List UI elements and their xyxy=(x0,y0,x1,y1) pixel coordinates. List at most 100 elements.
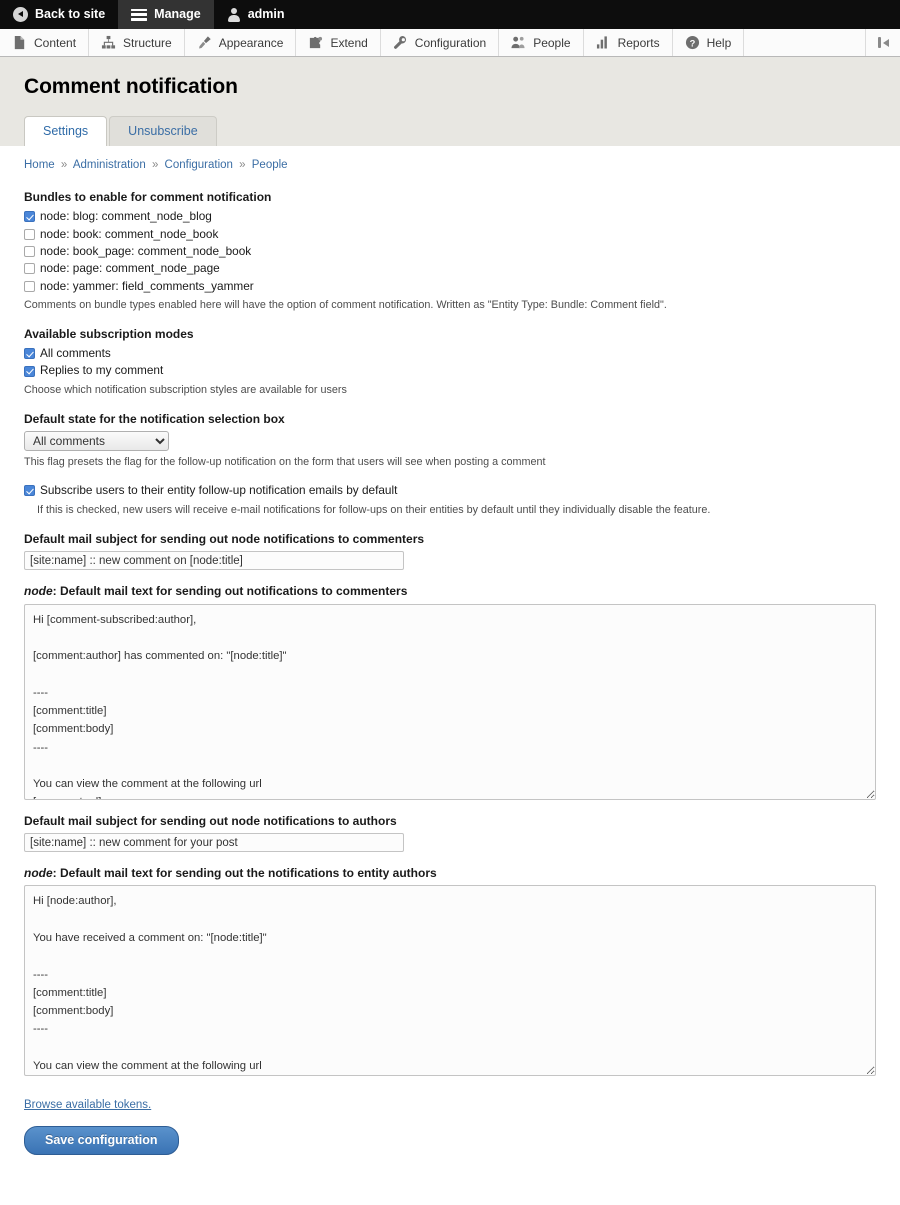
bundle-yammer-label: node: yammer: field_comments_yammer xyxy=(40,278,254,293)
collapse-toolbar-button[interactable] xyxy=(866,29,900,56)
svg-text:?: ? xyxy=(689,38,695,48)
subscription-modes-description: Choose which notification subscription s… xyxy=(24,383,347,396)
menu-item-reports[interactable]: Reports xyxy=(584,29,673,56)
default-state-select[interactable]: All comments Replies to my comment No no… xyxy=(24,431,169,452)
bottom-spacer xyxy=(24,1155,876,1205)
checkbox-mode-replies[interactable] xyxy=(24,365,35,377)
default-state-field: Default state for the notification selec… xyxy=(24,411,876,470)
checkbox-bundle-page[interactable] xyxy=(24,263,35,275)
subject-commenters-label: Default mail subject for sending out nod… xyxy=(24,531,425,546)
menu-item-help-label: Help xyxy=(706,35,732,50)
body-commenters-label-prefix: node xyxy=(24,584,53,599)
body-authors-label: node: Default mail text for sending out … xyxy=(24,865,876,881)
admin-toolbar: Back to site Manage admin xyxy=(0,0,900,29)
structure-icon xyxy=(101,35,116,49)
breadcrumb: Home » Administration » Configuration » … xyxy=(24,159,876,171)
manage-button[interactable]: Manage xyxy=(118,0,214,29)
breadcrumb-separator: » xyxy=(151,159,159,171)
mode-option-all-comments[interactable]: All comments xyxy=(24,346,876,361)
tab-unsubscribe[interactable]: Unsubscribe xyxy=(109,116,217,146)
subscription-modes-legend: Available subscription modes xyxy=(24,326,194,341)
bundle-page-label: node: page: comment_node_page xyxy=(40,261,220,276)
question-mark-icon: ? xyxy=(685,35,699,50)
menu-item-configuration-label: Configuration xyxy=(414,35,487,50)
back-to-site-button[interactable]: Back to site xyxy=(0,0,118,29)
back-arrow-icon xyxy=(13,7,28,22)
menu-item-content[interactable]: Content xyxy=(0,29,90,56)
collapse-left-icon xyxy=(877,37,889,48)
breadcrumb-item-configuration[interactable]: Configuration xyxy=(165,159,233,171)
menu-item-content-label: Content xyxy=(34,35,77,50)
body-authors-label-rest: : Default mail text for sending out the … xyxy=(52,866,437,881)
subject-commenters-input[interactable] xyxy=(24,551,404,571)
bundle-option-book[interactable]: node: book: comment_node_book xyxy=(24,227,876,242)
checkbox-bundle-book[interactable] xyxy=(24,228,35,240)
page-content: Home » Administration » Configuration » … xyxy=(0,146,900,1205)
breadcrumb-separator: » xyxy=(239,159,246,171)
bundle-option-book-page[interactable]: node: book_page: comment_node_book xyxy=(24,244,876,259)
bundle-blog-label: node: blog: comment_node_blog xyxy=(40,209,212,224)
bundle-book-page-label: node: book_page: comment_node_book xyxy=(40,243,252,258)
tab-settings-label: Settings xyxy=(43,124,89,139)
puzzle-icon xyxy=(310,36,323,49)
mode-replies-label: Replies to my comment xyxy=(40,363,164,378)
people-icon xyxy=(511,36,525,49)
subscribe-default-row[interactable]: Subscribe users to their entity follow-u… xyxy=(24,483,876,498)
default-state-description: This flag presets the flag for the follo… xyxy=(24,456,546,469)
menu-item-appearance[interactable]: Appearance xyxy=(185,29,297,56)
subscribe-default-field: Subscribe users to their entity follow-u… xyxy=(24,483,876,517)
browse-tokens-link[interactable]: Browse available tokens. xyxy=(24,1099,151,1111)
menu-item-structure-label: Structure xyxy=(123,35,172,50)
tab-unsubscribe-label: Unsubscribe xyxy=(128,124,198,139)
menu-item-configuration[interactable]: Configuration xyxy=(381,29,500,56)
subscribe-default-description: If this is checked, new users will recei… xyxy=(37,503,711,516)
bundle-book-label: node: book: comment_node_book xyxy=(40,226,219,241)
paintbrush-icon xyxy=(198,36,211,49)
checkbox-bundle-blog[interactable] xyxy=(24,211,35,223)
user-account-button[interactable]: admin xyxy=(214,0,298,29)
menu-bar-spacer xyxy=(744,29,866,56)
bundle-option-page[interactable]: node: page: comment_node_page xyxy=(24,261,876,276)
menu-item-reports-label: Reports xyxy=(617,35,660,50)
admin-menu-bar: Content Structure Appearance Extend Conf… xyxy=(0,29,900,57)
subject-authors-input[interactable] xyxy=(24,833,404,853)
user-name-label: admin xyxy=(247,7,285,22)
breadcrumb-item-administration[interactable]: Administration xyxy=(73,159,146,171)
subscription-modes-fieldset: Available subscription modes All comment… xyxy=(24,326,876,398)
save-configuration-button[interactable]: Save configuration xyxy=(24,1126,179,1156)
breadcrumb-item-home[interactable]: Home xyxy=(24,159,55,171)
body-commenters-textarea[interactable]: Hi [comment-subscribed:author], [comment… xyxy=(24,603,876,800)
checkbox-mode-all-comments[interactable] xyxy=(24,348,35,360)
bundle-option-yammer[interactable]: node: yammer: field_comments_yammer xyxy=(24,279,876,294)
body-commenters-label-rest: : Default mail text for sending out noti… xyxy=(52,584,408,599)
menu-item-people-label: People xyxy=(533,35,571,50)
subject-authors-field: Default mail subject for sending out nod… xyxy=(24,813,876,853)
tab-settings[interactable]: Settings xyxy=(24,116,108,146)
menu-item-structure[interactable]: Structure xyxy=(89,29,185,56)
menu-item-help[interactable]: ? Help xyxy=(673,29,745,56)
bar-chart-icon xyxy=(596,36,607,49)
checkbox-subscribe-default[interactable] xyxy=(24,485,35,497)
bundle-option-blog[interactable]: node: blog: comment_node_blog xyxy=(24,209,876,224)
menu-item-extend-label: Extend xyxy=(330,35,368,50)
subject-commenters-field: Default mail subject for sending out nod… xyxy=(24,531,876,571)
mode-all-comments-label: All comments xyxy=(40,346,111,361)
menu-item-extend[interactable]: Extend xyxy=(296,29,381,56)
body-authors-textarea[interactable]: Hi [node:author], You have received a co… xyxy=(24,885,876,1077)
breadcrumb-separator: » xyxy=(60,159,68,171)
bundles-description: Comments on bundle types enabled here wi… xyxy=(24,298,667,311)
page-icon xyxy=(14,35,25,50)
bundles-legend: Bundles to enable for comment notificati… xyxy=(24,190,272,204)
checkbox-bundle-yammer[interactable] xyxy=(24,280,35,292)
body-commenters-field: node: Default mail text for sending out … xyxy=(24,583,876,800)
body-authors-label-prefix: node xyxy=(24,866,53,881)
page-header: Comment notification Settings Unsubscrib… xyxy=(0,57,900,146)
menu-item-people[interactable]: People xyxy=(499,29,584,56)
body-authors-field: node: Default mail text for sending out … xyxy=(24,865,876,1077)
breadcrumb-item-people[interactable]: People xyxy=(252,159,288,171)
subject-authors-label: Default mail subject for sending out nod… xyxy=(24,813,397,828)
wrench-icon xyxy=(393,35,406,49)
manage-label: Manage xyxy=(154,7,201,22)
checkbox-bundle-book-page[interactable] xyxy=(24,246,35,257)
mode-option-replies[interactable]: Replies to my comment xyxy=(24,363,876,378)
